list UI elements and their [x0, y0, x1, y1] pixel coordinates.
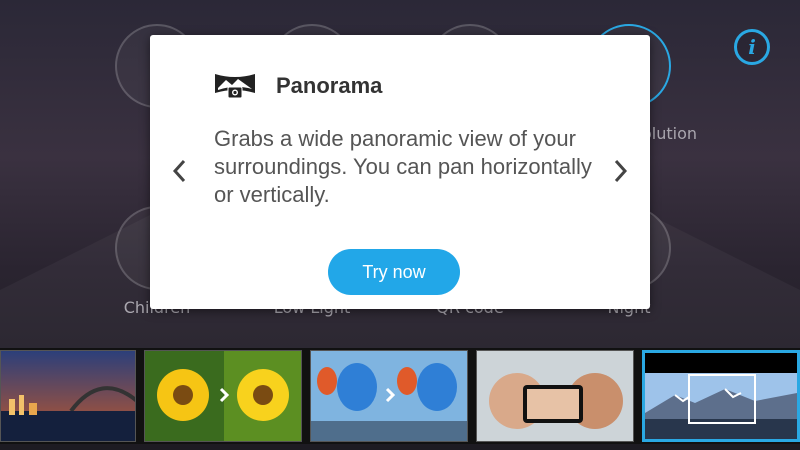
chevron-right-icon[interactable] [608, 155, 632, 187]
panorama-icon [215, 74, 255, 99]
info-button[interactable]: i [734, 29, 770, 65]
dialog-description: Grabs a wide panoramic view of your surr… [214, 126, 592, 207]
chevron-left-icon[interactable] [168, 155, 192, 187]
thumbnail-selfie[interactable] [476, 350, 634, 442]
try-now-button[interactable]: Try now [328, 249, 460, 295]
thumbnail-balloons[interactable] [310, 350, 468, 442]
mode-info-dialog: Panorama Grabs a wide panoramic view of … [150, 35, 650, 309]
mode-label: olution [642, 124, 698, 143]
thumbnail-panorama[interactable] [642, 350, 800, 442]
thumbnail-sunflower[interactable] [144, 350, 302, 442]
mode-thumbnail-strip [0, 348, 800, 444]
info-icon: i [748, 35, 756, 59]
dialog-title: Panorama [276, 73, 383, 98]
thumbnail-city-bridge[interactable] [0, 350, 136, 442]
